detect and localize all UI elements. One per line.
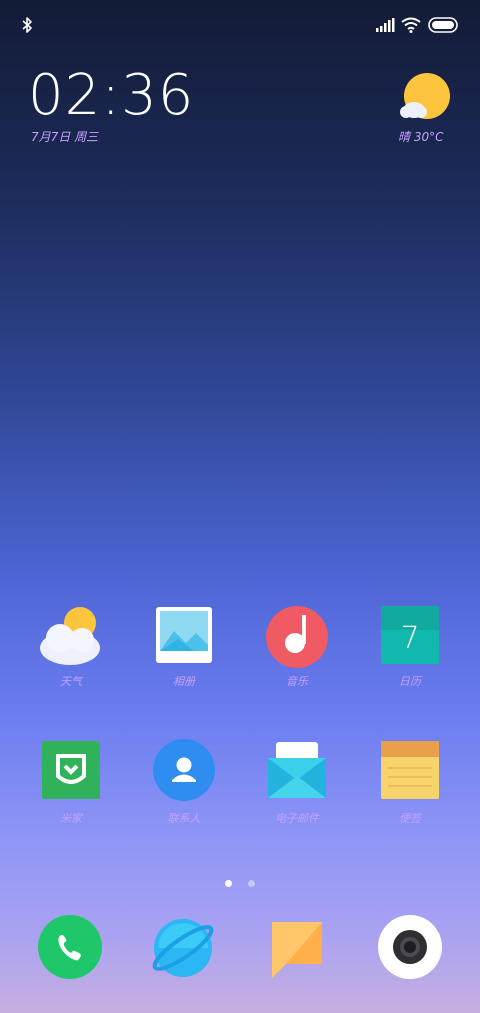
status-bar xyxy=(0,10,480,40)
app-label: 联系人 xyxy=(167,812,201,825)
app-notes[interactable]: 便签 xyxy=(365,740,455,826)
messages-icon xyxy=(272,922,322,978)
app-label: 便签 xyxy=(399,812,421,825)
notes-icon xyxy=(381,741,439,799)
wifi-icon xyxy=(401,17,421,33)
app-label: 天气 xyxy=(60,675,82,688)
app-label: 相册 xyxy=(173,675,195,688)
weather-summary: 晴 30°C xyxy=(398,130,444,144)
app-calendar[interactable]: 7 日历 xyxy=(365,605,455,689)
music-icon xyxy=(266,606,328,668)
app-mijia[interactable]: 米家 xyxy=(26,740,116,826)
app-gallery[interactable]: 相册 xyxy=(139,605,229,689)
app-email[interactable]: 电子邮件 xyxy=(252,740,342,826)
gallery-icon xyxy=(156,607,212,663)
weather-icon xyxy=(40,607,100,665)
dock-camera[interactable] xyxy=(378,915,442,983)
mijia-icon xyxy=(42,741,100,799)
page-dot-active[interactable] xyxy=(225,880,233,887)
email-icon xyxy=(268,742,326,798)
app-label: 电子邮件 xyxy=(275,812,319,825)
camera-icon xyxy=(378,915,442,979)
app-weather[interactable]: 天气 xyxy=(26,605,116,689)
sun-cloud-icon[interactable] xyxy=(400,72,452,122)
page-indicator[interactable] xyxy=(0,872,480,891)
app-contacts[interactable]: 联系人 xyxy=(139,738,229,826)
browser-icon xyxy=(152,919,214,977)
battery-icon xyxy=(428,17,458,33)
phone-icon xyxy=(38,915,102,979)
dock-phone[interactable] xyxy=(38,915,102,983)
dock-messages[interactable] xyxy=(268,920,326,984)
app-label: 米家 xyxy=(60,812,82,825)
dock-browser[interactable] xyxy=(150,915,216,985)
bluetooth-icon xyxy=(22,17,32,33)
page-dot[interactable] xyxy=(247,880,255,887)
app-music[interactable]: 音乐 xyxy=(252,605,342,689)
calendar-day: 7 xyxy=(400,621,419,656)
calendar-icon: 7 xyxy=(381,606,439,664)
signal-icon xyxy=(376,18,395,32)
clock-time[interactable]: 02:36 xyxy=(28,64,194,128)
app-label: 音乐 xyxy=(286,675,308,688)
contacts-icon xyxy=(153,739,215,801)
clock-date: 7月7日 周三 xyxy=(31,130,99,144)
app-label: 日历 xyxy=(399,675,421,688)
